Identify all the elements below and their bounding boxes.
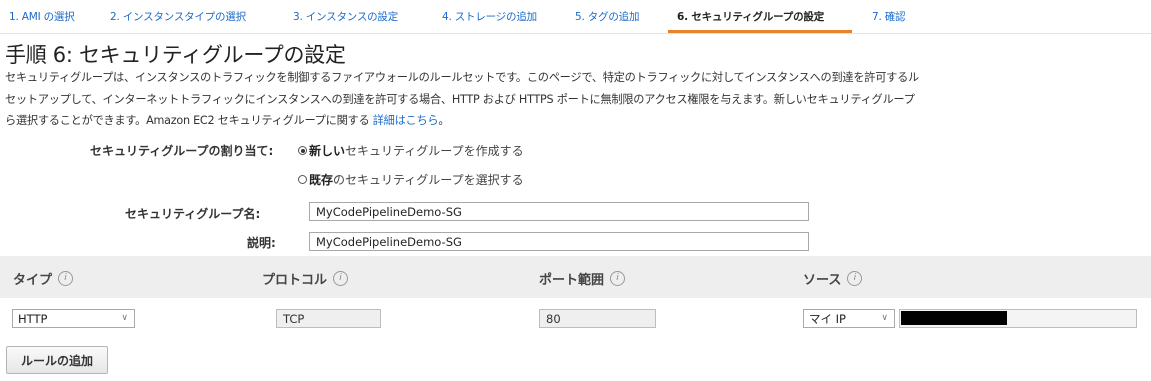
wizard-steps: 1. AMI の選択 2. インスタンスタイプの選択 3. インスタンスの設定 …	[0, 0, 1151, 34]
column-source-label: ソース	[803, 273, 842, 288]
redacted-ip	[901, 311, 1007, 325]
info-icon[interactable]: i	[333, 271, 349, 286]
step-instance-config[interactable]: 3. インスタンスの設定	[293, 9, 398, 24]
security-group-name-label: セキュリティグループ名:	[125, 207, 261, 221]
description-input[interactable]	[309, 232, 809, 251]
column-protocol-label: プロトコル	[262, 273, 328, 288]
source-select-value: マイ IP	[809, 311, 846, 326]
source-select[interactable]: マイ IP ∨	[803, 309, 895, 328]
protocol-value: TCP	[283, 311, 305, 326]
page-title: 手順 6: セキュリティグループの設定	[5, 43, 346, 67]
column-protocol: プロトコル i	[262, 269, 349, 288]
step-storage[interactable]: 4. ストレージの追加	[442, 9, 537, 24]
step-instance-type[interactable]: 2. インスタンスタイプの選択	[110, 9, 246, 24]
column-port-range: ポート範囲 i	[539, 269, 626, 288]
radio-existing-bold: 既存	[309, 173, 334, 187]
radio-new-text: セキュリティグループを作成する	[345, 144, 524, 158]
description-text: ら選択することができます。Amazon EC2 セキュリティグループに関する	[5, 114, 373, 127]
learn-more-link[interactable]: 詳細はこちら	[373, 114, 439, 127]
radio-existing-text: のセキュリティグループを選択する	[333, 173, 524, 187]
column-type-label: タイプ	[13, 273, 53, 288]
port-range-value: 80	[546, 311, 561, 326]
protocol-field: TCP	[276, 309, 381, 328]
description-line-1: セキュリティグループは、インスタンスのトラフィックを制御するファイアウォールのル…	[5, 71, 919, 84]
radio-new-bold: 新しい	[309, 144, 346, 158]
radio-create-new[interactable]: 新しい セキュリティグループを作成する	[298, 142, 524, 159]
description-end: 。	[438, 114, 450, 127]
description-label: 説明:	[247, 236, 276, 250]
step-ami[interactable]: 1. AMI の選択	[9, 9, 75, 24]
radio-select-existing[interactable]: 既存 のセキュリティグループを選択する	[298, 171, 524, 188]
description-line-2: セットアップして、インターネットトラフィックにインスタンスへの到達を許可する場合…	[5, 93, 915, 106]
step-security-group[interactable]: 6. セキュリティグループの設定	[677, 9, 824, 24]
column-port-range-label: ポート範囲	[539, 273, 605, 288]
type-select-value: HTTP	[18, 311, 48, 326]
port-range-field: 80	[539, 309, 656, 328]
step-review[interactable]: 7. 確認	[872, 9, 906, 24]
security-group-name-input[interactable]	[309, 202, 809, 221]
add-rule-button[interactable]: ルールの追加	[6, 346, 108, 374]
chevron-down-icon: ∨	[881, 313, 888, 323]
radio-button-unchecked[interactable]	[298, 175, 307, 184]
info-icon[interactable]: i	[847, 271, 863, 286]
radio-button-checked[interactable]	[298, 146, 307, 155]
chevron-down-icon: ∨	[121, 313, 128, 323]
type-select[interactable]: HTTP ∨	[12, 309, 135, 328]
column-source: ソース i	[803, 269, 863, 288]
column-type: タイプ i	[13, 269, 74, 288]
info-icon[interactable]: i	[58, 271, 74, 286]
steps-divider	[0, 33, 1151, 34]
assignment-label: セキュリティグループの割り当て:	[90, 144, 274, 158]
step-tags[interactable]: 5. タグの追加	[575, 9, 639, 24]
info-icon[interactable]: i	[610, 271, 626, 286]
description-line-3: ら選択することができます。Amazon EC2 セキュリティグループに関する 詳…	[5, 113, 450, 129]
